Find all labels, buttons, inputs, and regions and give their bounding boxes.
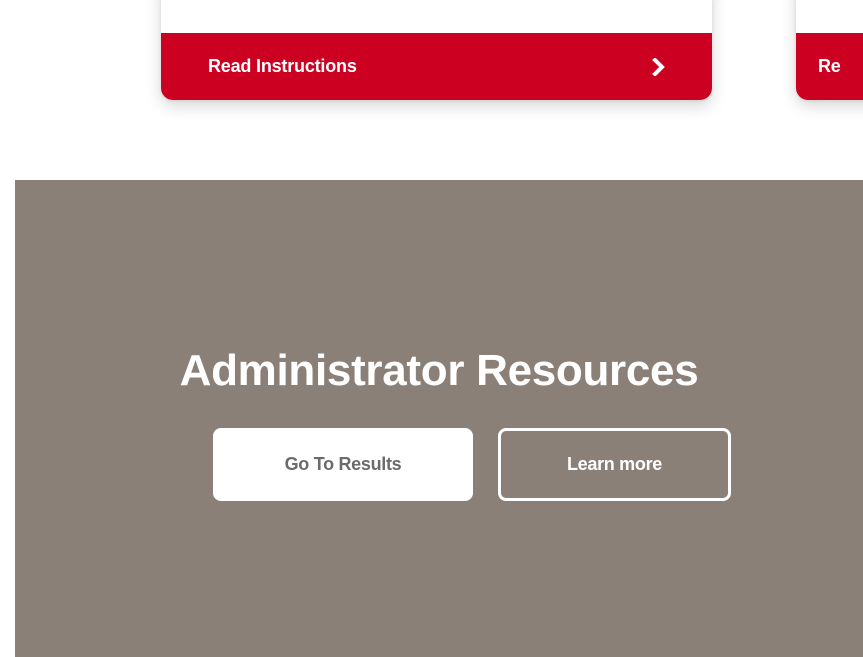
read-instructions-label-2: Re (818, 56, 841, 76)
read-instructions-button[interactable]: Read Instructions (161, 33, 712, 100)
page: Read Instructions Re Administrator Resou… (0, 0, 863, 657)
learn-more-button[interactable]: Learn more (498, 428, 731, 501)
instructions-card: Read Instructions (161, 0, 712, 100)
read-instructions-label: Read Instructions (208, 56, 357, 76)
instructions-card-2: Re (796, 0, 863, 100)
chevron-right-icon (652, 57, 666, 76)
read-instructions-button-2[interactable]: Re (796, 33, 863, 100)
administrator-resources-section: Administrator Resources Go To Results Le… (15, 180, 863, 657)
go-to-results-button[interactable]: Go To Results (213, 428, 473, 501)
section-title: Administrator Resources (179, 346, 699, 395)
